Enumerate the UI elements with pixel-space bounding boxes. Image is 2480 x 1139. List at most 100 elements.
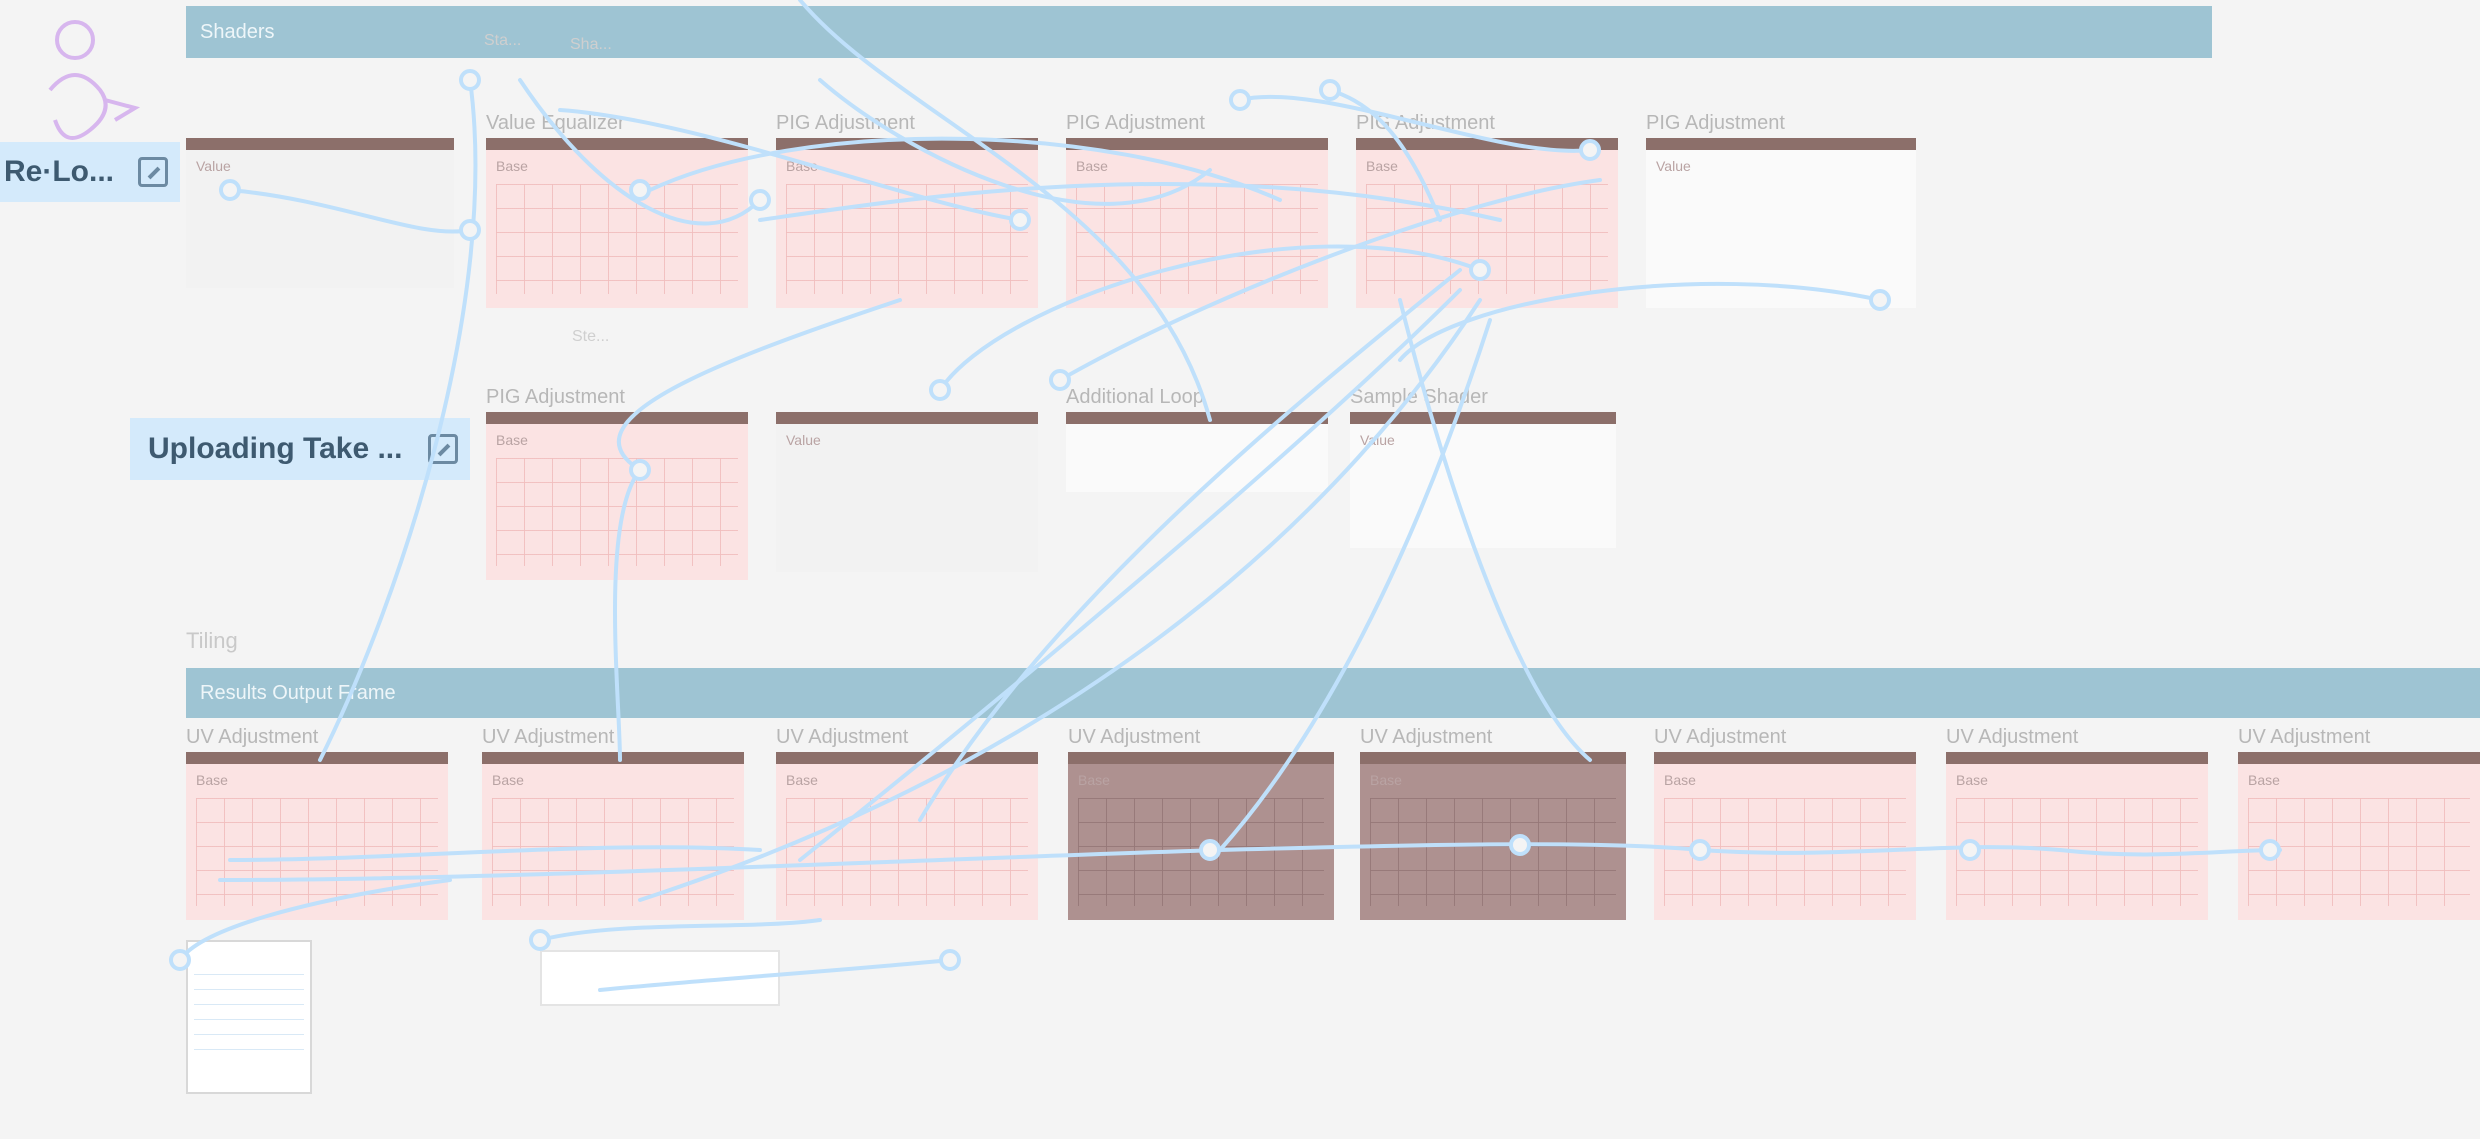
node-uv-adjustment[interactable]: UV Adjustment Base xyxy=(776,726,1038,920)
node-value[interactable]: Value xyxy=(186,138,454,288)
node-graph-canvas[interactable]: Shaders Tiling Results Output Frame Re·L… xyxy=(0,0,2480,1139)
node-header-bar[interactable] xyxy=(2238,752,2480,764)
node-header-bar[interactable] xyxy=(1356,138,1618,150)
node-subtitle: Base xyxy=(1370,772,1402,788)
node-value-equalizer[interactable]: Value Equalizer Base xyxy=(486,112,748,308)
node-sample-shader[interactable]: Sample Shader Value xyxy=(1350,386,1616,548)
node-subtitle: Base xyxy=(492,772,524,788)
node-header-bar[interactable] xyxy=(482,752,744,764)
node-title: PIG Adjustment xyxy=(1646,112,1785,134)
uploading-node-pill[interactable]: Uploading Take ... xyxy=(130,418,470,480)
node-header-bar[interactable] xyxy=(1066,138,1328,150)
node-title: Value Equalizer xyxy=(486,112,625,134)
node-grid xyxy=(1956,798,2198,906)
list-row[interactable] xyxy=(194,1020,304,1035)
node-body: Base xyxy=(482,764,744,920)
node-grid xyxy=(196,798,438,906)
node-header-bar[interactable] xyxy=(486,138,748,150)
pill-label: Re·Lo... xyxy=(4,155,114,188)
node-uv-adjustment[interactable]: UV Adjustment Base xyxy=(186,726,448,920)
node-subtitle: Base xyxy=(1076,158,1108,174)
node-header-bar[interactable] xyxy=(186,752,448,764)
list-row[interactable] xyxy=(194,1035,304,1050)
node-pig-adjustment[interactable]: PIG Adjustment Base xyxy=(1066,112,1328,308)
node-pig-adjustment[interactable]: PIG Adjustment Base xyxy=(1356,112,1618,308)
node-header-bar[interactable] xyxy=(1066,412,1328,424)
node-pig-adjustment[interactable]: PIG Adjustment Base xyxy=(776,112,1038,308)
node-header-bar[interactable] xyxy=(776,138,1038,150)
node-grid xyxy=(786,184,1028,294)
node-title: PIG Adjustment xyxy=(1356,112,1495,134)
node-subtitle: Value xyxy=(196,158,231,174)
node-body: Base xyxy=(1068,764,1334,920)
node-uv-adjustment[interactable]: UV Adjustment Base xyxy=(1654,726,1916,920)
value-list-panel[interactable] xyxy=(186,940,312,1094)
node-header-bar[interactable] xyxy=(1360,752,1626,764)
node-grid xyxy=(1664,798,1906,906)
node-title: PIG Adjustment xyxy=(1066,112,1205,134)
node-body: Base xyxy=(1654,764,1916,920)
node-title: UV Adjustment xyxy=(1068,726,1201,748)
node-body: Base xyxy=(776,150,1038,308)
node-header-bar[interactable] xyxy=(1068,752,1334,764)
node-header-bar[interactable] xyxy=(1946,752,2208,764)
node-header-bar[interactable] xyxy=(776,752,1038,764)
node-grid xyxy=(496,458,738,566)
node-header-bar[interactable] xyxy=(1654,752,1916,764)
list-row[interactable] xyxy=(194,1005,304,1020)
node-title: PIG Adjustment xyxy=(486,386,625,408)
sticker-image xyxy=(48,20,141,140)
edit-icon[interactable] xyxy=(138,157,168,187)
node-uv-adjustment[interactable]: UV Adjustment Base xyxy=(1946,726,2208,920)
group-header-results[interactable]: Results Output Frame xyxy=(186,668,2480,718)
pill-label: Uploading Take ... xyxy=(148,432,403,465)
node-grid xyxy=(1076,184,1318,294)
node-body: Base xyxy=(486,150,748,308)
node-body: Value xyxy=(1646,150,1916,308)
node-title: Sample Shader xyxy=(1350,386,1488,408)
node-grid xyxy=(1366,184,1608,294)
node-pig-adjustment[interactable]: PIG Adjustment Base xyxy=(486,386,748,580)
node-pig-adjustment[interactable]: PIG Adjustment Value xyxy=(1646,112,1916,308)
node-value[interactable]: Value xyxy=(776,412,1038,572)
float-label: Sha... xyxy=(570,36,612,53)
list-row[interactable] xyxy=(194,975,304,990)
node-header-bar[interactable] xyxy=(486,412,748,424)
node-grid xyxy=(1370,798,1616,906)
node-body: Base xyxy=(1360,764,1626,920)
node-subtitle: Base xyxy=(196,772,228,788)
node-title: UV Adjustment xyxy=(2238,726,2371,748)
group-caption-tiling: Tiling xyxy=(186,628,238,653)
node-grid xyxy=(786,798,1028,906)
node-header-bar[interactable] xyxy=(1646,138,1916,150)
node-subtitle: Value xyxy=(786,432,821,448)
node-body: Value xyxy=(186,150,454,288)
node-body: Base xyxy=(2238,764,2480,920)
node-body: Base xyxy=(1356,150,1618,308)
node-uv-adjustment[interactable]: UV Adjustment Base xyxy=(1068,726,1334,920)
node-title: UV Adjustment xyxy=(1360,726,1493,748)
node-subtitle: Base xyxy=(496,432,528,448)
node-header-bar[interactable] xyxy=(186,138,454,150)
list-row[interactable] xyxy=(194,990,304,1005)
node-subtitle: Base xyxy=(786,158,818,174)
node-subtitle: Base xyxy=(1078,772,1110,788)
node-body: Value xyxy=(776,424,1038,572)
node-header-bar[interactable] xyxy=(1350,412,1616,424)
node-additional-loop[interactable]: Additional Loop xyxy=(1066,386,1328,492)
small-node-panel[interactable] xyxy=(540,950,780,1006)
node-uv-adjustment[interactable]: UV Adjustment Base xyxy=(2238,726,2480,920)
node-uv-adjustment[interactable]: UV Adjustment Base xyxy=(1360,726,1626,920)
node-subtitle: Base xyxy=(496,158,528,174)
node-uv-adjustment[interactable]: UV Adjustment Base xyxy=(482,726,744,920)
node-subtitle: Value xyxy=(1360,432,1395,448)
node-header-bar[interactable] xyxy=(776,412,1038,424)
node-grid xyxy=(496,184,738,294)
node-title: UV Adjustment xyxy=(776,726,909,748)
float-label: Ste... xyxy=(572,328,610,345)
list-row[interactable] xyxy=(194,960,304,975)
node-title: UV Adjustment xyxy=(482,726,615,748)
reroute-node-pill[interactable]: Re·Lo... xyxy=(0,142,180,202)
edit-icon[interactable] xyxy=(428,434,458,464)
node-subtitle: Base xyxy=(2248,772,2280,788)
